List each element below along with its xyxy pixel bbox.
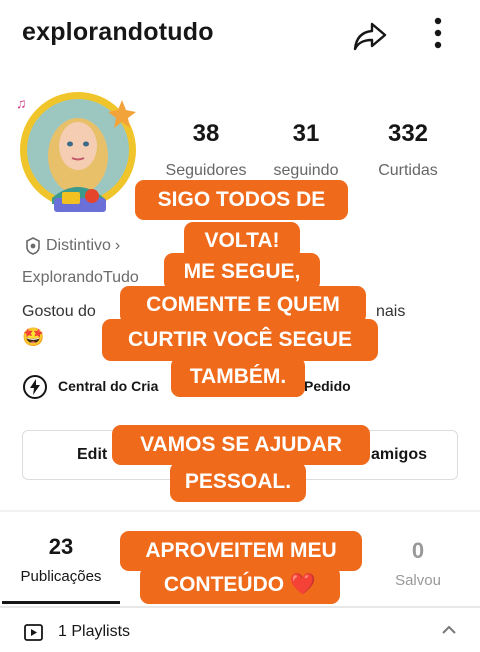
following-count[interactable]: 31 [256, 120, 356, 148]
edit-profile-label: Edit [77, 446, 108, 463]
overlay-caption-line: CURTIR VOCÊ SEGUE [102, 319, 378, 361]
bio-text-end: nais [376, 303, 406, 320]
chevron-up-icon[interactable] [440, 621, 458, 639]
saved-count: 0 [411, 538, 425, 563]
tab-publications[interactable]: 23 Publicações [0, 534, 122, 585]
profile-username: explorandotudo [22, 18, 214, 46]
lightning-icon [22, 374, 48, 400]
saved-label: Salvou [395, 572, 441, 589]
followers-count[interactable]: 38 [156, 120, 256, 148]
bio-text-start: Gostou do [22, 303, 96, 320]
playlist-icon [24, 622, 44, 642]
following-label: seguindo [273, 162, 339, 179]
followers-label: Seguidores [165, 162, 247, 179]
active-tab-indicator [2, 601, 120, 604]
publications-count: 23 [48, 534, 74, 559]
overlay-caption-line: CONTEÚDO ❤️ [140, 566, 340, 604]
likes-label: Curtidas [378, 162, 438, 179]
avatar[interactable]: ♫ [12, 88, 152, 218]
overlay-caption-line: SIGO TODOS DE [135, 180, 348, 220]
request-link[interactable]: Pedido [304, 378, 351, 394]
playlists-label[interactable]: 1 Playlists [58, 623, 130, 641]
creator-center-link[interactable]: Central do Cria [58, 378, 158, 394]
bio-emoji: 🤩 [22, 327, 45, 347]
tabs-divider [0, 606, 480, 608]
overlay-caption-line: APROVEITEM MEU [120, 531, 362, 571]
add-friends-label: amigos [370, 446, 427, 463]
more-options-icon[interactable] [424, 16, 452, 50]
share-icon[interactable] [350, 16, 390, 56]
likes-count[interactable]: 332 [358, 120, 458, 148]
chevron-right-icon: › [114, 237, 121, 254]
publications-label: Publicações [20, 568, 102, 585]
badge-label: Distintivo [46, 237, 111, 254]
overlay-caption-line: TAMBÉM. [171, 357, 305, 397]
badge-icon [26, 237, 40, 255]
svg-text:♫: ♫ [16, 95, 27, 111]
tab-saved[interactable]: 0 Salvou [368, 538, 468, 589]
overlay-caption-line: PESSOAL. [170, 462, 306, 502]
display-name: ExplorandoTudo [22, 269, 139, 286]
badge-link[interactable]: Distintivo › [24, 237, 120, 255]
overlay-caption-line: VAMOS SE AJUDAR [112, 425, 370, 465]
